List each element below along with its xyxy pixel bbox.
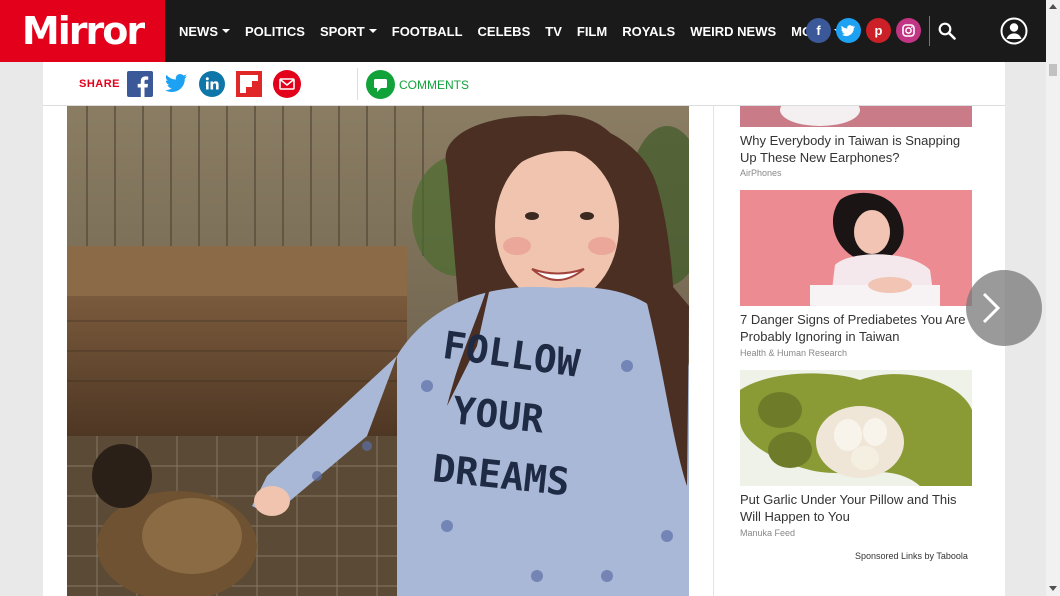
nav-item-news[interactable]: NEWS (179, 24, 230, 39)
share-divider (357, 68, 358, 100)
nav-label: CELEBS (477, 23, 531, 39)
scroll-thumb[interactable] (1049, 64, 1057, 76)
nav-item-tv[interactable]: TV (545, 24, 562, 39)
email-share-icon[interactable] (273, 70, 301, 98)
ad-image-earphones[interactable] (740, 106, 972, 127)
sponsored-links-label[interactable]: Sponsored Links by Taboola (855, 551, 968, 561)
nav-item-weird-news[interactable]: WEIRD NEWS (690, 24, 776, 39)
share-bar: SHARE COMMENTS (43, 62, 1005, 106)
user-account-icon[interactable] (1000, 17, 1028, 45)
chevron-down-icon (368, 29, 377, 33)
article-page: SHARE COMMENTS FOLLOW YOUR DREAMS Why Ev… (43, 62, 1005, 596)
nav-item-celebs[interactable]: CELEBS (478, 24, 531, 39)
page-scrollbar[interactable] (1046, 0, 1060, 596)
ad-title-garlic[interactable]: Put Garlic Under Your Pillow and This Wi… (740, 491, 972, 525)
nav-label: ROYALS (622, 23, 676, 39)
main-nav: NEWS POLITICS SPORT FOOTBALL CELEBS TV F… (179, 0, 857, 62)
share-label: SHARE (79, 78, 121, 90)
nav-label: POLITICS (245, 23, 305, 39)
nav-label: FOOTBALL (391, 23, 463, 39)
ad-source-earphones[interactable]: AirPhones (740, 168, 782, 178)
nav-item-football[interactable]: FOOTBALL (392, 24, 463, 39)
twitter-icon[interactable] (836, 18, 861, 43)
pinterest-icon[interactable]: p (866, 18, 891, 43)
ad-source-garlic[interactable]: Manuka Feed (740, 528, 795, 538)
nav-label: TV (545, 23, 562, 39)
column-divider (713, 106, 714, 596)
nav-label: WEIRD NEWS (690, 23, 777, 39)
scroll-up-arrow[interactable] (1049, 4, 1057, 9)
twitter-share-icon[interactable] (163, 71, 189, 97)
chevron-right-icon (982, 292, 1001, 324)
comments-icon[interactable] (366, 70, 395, 99)
ad-title-prediabetes[interactable]: 7 Danger Signs of Prediabetes You Are Pr… (740, 311, 972, 345)
nav-label: NEWS (179, 23, 218, 39)
nav-item-sport[interactable]: SPORT (320, 24, 377, 39)
nav-item-film[interactable]: FILM (577, 24, 607, 39)
article-main-photo: FOLLOW YOUR DREAMS (67, 106, 689, 596)
instagram-icon[interactable] (896, 18, 921, 43)
nav-label: FILM (576, 23, 608, 39)
facebook-share-icon[interactable] (127, 71, 153, 97)
facebook-icon[interactable]: f (806, 18, 831, 43)
nav-item-politics[interactable]: POLITICS (245, 24, 305, 39)
nav-label: SPORT (319, 23, 365, 39)
scroll-down-arrow[interactable] (1049, 586, 1057, 591)
ad-image-prediabetes[interactable] (740, 190, 972, 306)
nav-item-royals[interactable]: ROYALS (622, 24, 675, 39)
flipboard-share-icon[interactable] (236, 71, 262, 97)
nav-divider (929, 16, 930, 46)
top-navigation-bar: Mirror NEWS POLITICS SPORT FOOTBALL CELE… (0, 0, 1046, 62)
next-article-button[interactable] (966, 270, 1042, 346)
ad-title-earphones[interactable]: Why Everybody in Taiwan is Snapping Up T… (740, 132, 972, 166)
social-links: f p (806, 18, 926, 43)
ad-image-garlic[interactable] (740, 370, 972, 486)
ad-source-prediabetes[interactable]: Health & Human Research (740, 348, 847, 358)
search-icon[interactable] (938, 22, 956, 40)
comments-link[interactable]: COMMENTS (399, 78, 469, 92)
mirror-logo[interactable]: Mirror (0, 0, 165, 62)
chevron-down-icon (222, 29, 230, 33)
linkedin-share-icon[interactable] (199, 71, 225, 97)
